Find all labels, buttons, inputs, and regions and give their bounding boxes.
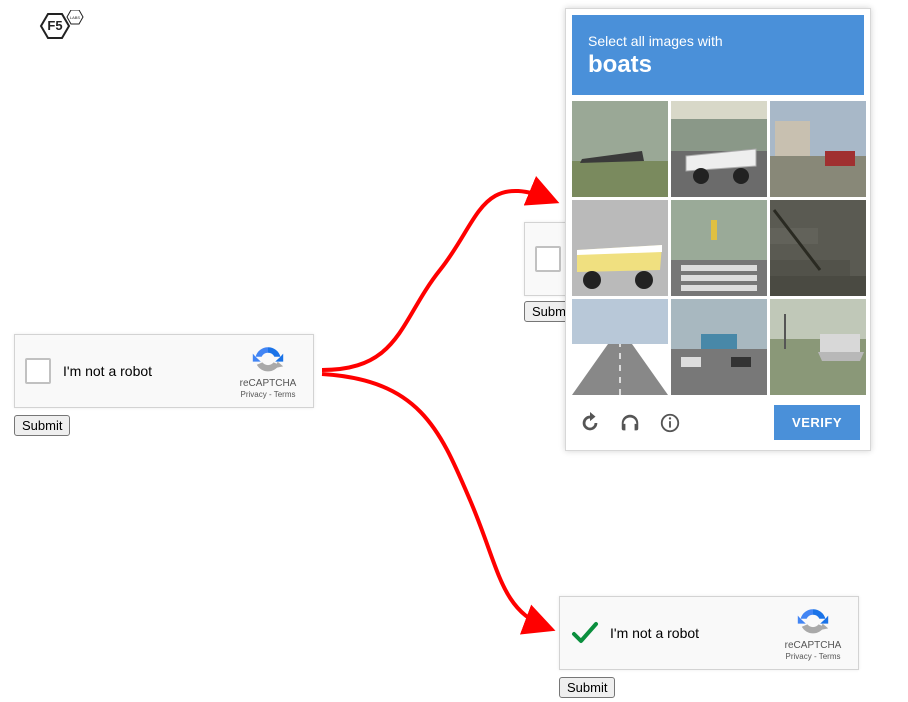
verify-button[interactable]: VERIFY: [774, 405, 860, 440]
recaptcha-label: I'm not a robot: [610, 625, 778, 641]
reload-icon[interactable]: [576, 409, 604, 437]
captcha-challenge-popup: Select all images with boats: [565, 8, 871, 451]
submit-button[interactable]: Submit: [559, 677, 615, 698]
recaptcha-checkbox[interactable]: [535, 246, 561, 272]
challenge-footer: VERIFY: [572, 395, 864, 444]
challenge-image-grid: [572, 101, 864, 395]
tile-street-car[interactable]: [770, 101, 866, 197]
privacy-terms-link[interactable]: Privacy - Terms: [786, 652, 841, 661]
tile-ferry-river[interactable]: [770, 299, 866, 395]
svg-text:F5: F5: [47, 18, 62, 33]
challenge-header: Select all images with boats: [572, 15, 864, 95]
challenge-instruction: Select all images with: [588, 33, 848, 49]
recaptcha-label: I'm not a robot: [63, 363, 233, 379]
privacy-terms-link[interactable]: Privacy - Terms: [241, 390, 296, 399]
recaptcha-branding: reCAPTCHA Privacy - Terms: [233, 344, 303, 399]
recaptcha-branding: reCAPTCHA Privacy - Terms: [778, 606, 848, 661]
submit-button[interactable]: Submit: [14, 415, 70, 436]
recaptcha-checkbox[interactable]: [25, 358, 51, 384]
recaptcha-logo-icon: [797, 606, 829, 638]
tile-highway[interactable]: [572, 299, 668, 395]
tile-stairs[interactable]: [770, 200, 866, 296]
arrow-to-challenge: [322, 191, 552, 370]
recaptcha-widget-completed: I'm not a robot reCAPTCHA Privacy - Term…: [559, 596, 859, 670]
recaptcha-logo-icon: [252, 344, 284, 376]
arrow-to-success: [322, 374, 548, 628]
headphones-icon[interactable]: [616, 409, 644, 437]
tile-boat-yellow[interactable]: [572, 200, 668, 296]
recaptcha-widget-initial: I'm not a robot reCAPTCHA Privacy - Term…: [14, 334, 314, 408]
tile-crosswalk[interactable]: [671, 200, 767, 296]
svg-text:LABS: LABS: [70, 15, 81, 20]
f5-labs-logo: F5 LABS: [28, 10, 88, 59]
challenge-target: boats: [588, 51, 848, 79]
tile-intersection[interactable]: [671, 299, 767, 395]
info-icon[interactable]: [656, 409, 684, 437]
tile-boat-field[interactable]: [572, 101, 668, 197]
checkmark-icon: [570, 618, 600, 648]
tile-boat-trailer[interactable]: [671, 101, 767, 197]
